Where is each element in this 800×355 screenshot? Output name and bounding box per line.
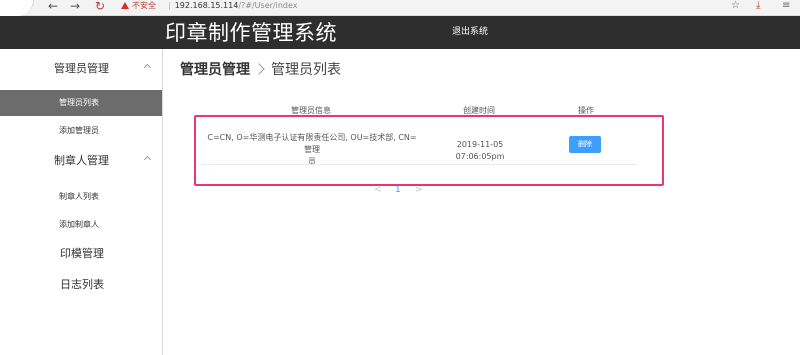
breadcrumb-current: 管理员列表 <box>271 62 341 78</box>
row-divider <box>199 164 637 165</box>
browser-toolbar: ← → ↻ 不安全 | 192.168.15.114/?#/User/index … <box>0 0 800 16</box>
sidebar-item-add-admin[interactable]: 添加管理员 <box>0 118 162 144</box>
sidebar-item-label: 添加制章人 <box>59 220 99 229</box>
next-page-button[interactable]: > <box>415 184 423 196</box>
browser-tab-edge <box>0 0 34 16</box>
sidebar-item-add-sealmaker[interactable]: 添加制章人 <box>0 212 162 238</box>
download-icon[interactable]: ⤓ <box>756 0 760 12</box>
app-header: 印章制作管理系统 退出系统 <box>0 16 800 49</box>
breadcrumb-parent[interactable]: 管理员管理 <box>180 62 250 78</box>
url-path: /?#/User/index <box>238 1 298 10</box>
prev-page-button[interactable]: < <box>374 184 382 196</box>
sidebar-item-label: 日志列表 <box>60 278 104 291</box>
app-title: 印章制作管理系统 <box>165 21 337 45</box>
sidebar-item-label: 制章人列表 <box>59 192 99 201</box>
reload-icon[interactable]: ↻ <box>95 0 105 14</box>
address-separator: | <box>168 1 171 10</box>
forward-arrow-icon[interactable]: → <box>70 0 80 14</box>
menu-icon[interactable]: ≡ <box>782 0 790 12</box>
sidebar-item-log-list[interactable]: 日志列表 <box>0 274 162 296</box>
page-number-button[interactable]: 1 <box>395 184 401 196</box>
breadcrumb: 管理员管理 管理员列表 <box>180 60 341 80</box>
security-indicator[interactable]: 不安全 <box>121 1 156 11</box>
chevron-right-icon <box>253 63 265 75</box>
bookmark-star-icon[interactable]: ☆ <box>731 0 740 12</box>
warning-icon <box>121 2 129 9</box>
sidebar-group-sealmaker[interactable]: 制章人管理 <box>0 151 162 171</box>
back-arrow-icon[interactable]: ← <box>48 0 58 14</box>
admin-info-line: C=CN, O=华测电子认证有限责任公司, OU=技术部, CN=管理 <box>207 133 417 154</box>
sidebar-item-label: 添加管理员 <box>59 126 99 135</box>
url-host: 192.168.15.114 <box>174 1 239 10</box>
admin-info-line: 员 <box>308 157 316 166</box>
sidebar-item-label: 印模管理 <box>60 247 104 260</box>
sidebar-item-admin-list[interactable]: 管理员列表 <box>0 90 162 116</box>
delete-button[interactable]: 删除 <box>569 136 601 153</box>
address-bar[interactable]: | 192.168.15.114/?#/User/index <box>168 1 297 11</box>
sidebar-group-label: 管理员管理 <box>54 62 109 75</box>
sidebar: 管理员管理 管理员列表 添加管理员 制章人管理 制章人列表 添加制章人 印模管理… <box>0 49 163 355</box>
created-time-cell: 2019-11-05 07:06:05pm <box>455 140 505 161</box>
chevron-up-icon <box>143 63 152 72</box>
sidebar-group-label: 制章人管理 <box>54 154 109 167</box>
sidebar-item-seal-template[interactable]: 印模管理 <box>0 243 162 265</box>
sidebar-item-label: 管理员列表 <box>59 98 99 107</box>
chevron-up-icon <box>143 155 152 164</box>
sidebar-group-admin[interactable]: 管理员管理 <box>0 59 162 79</box>
logout-button[interactable]: 退出系统 <box>452 25 488 39</box>
sidebar-item-sealmaker-list[interactable]: 制章人列表 <box>0 184 162 210</box>
admin-info-cell: C=CN, O=华测电子认证有限责任公司, OU=技术部, CN=管理 员 <box>205 132 419 168</box>
